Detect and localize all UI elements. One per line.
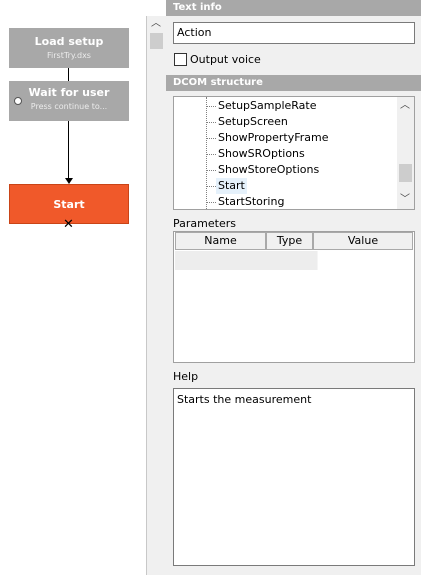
dcom-structure-header: DCOM structure: [166, 75, 421, 91]
properties-panel: Text info Action Output voice DCOM struc…: [166, 0, 421, 575]
tree-item[interactable]: SetupScreen: [218, 114, 288, 130]
column-header-type[interactable]: Type: [266, 232, 313, 250]
value-cell[interactable]: [317, 251, 413, 270]
tree-connector: [207, 186, 216, 187]
close-icon[interactable]: ✕: [63, 218, 74, 231]
tree-item[interactable]: ShowStoreOptions: [218, 162, 319, 178]
chevron-up-icon[interactable]: ︿: [400, 101, 410, 111]
tree-item[interactable]: SetupSampleRate: [218, 98, 316, 114]
flow-node-wait-for-user[interactable]: Wait for user Press continue to...: [9, 81, 129, 121]
scrollbar-thumb[interactable]: [150, 33, 163, 49]
node-subtitle: FirstTry.dxs: [47, 51, 91, 60]
connector-line: [68, 121, 69, 178]
input-port-icon[interactable]: [14, 97, 22, 105]
output-voice-checkbox[interactable]: [174, 53, 187, 66]
output-voice-label: Output voice: [190, 53, 261, 66]
tree-item[interactable]: StartStoring: [218, 194, 284, 209]
tree-item[interactable]: ShowPropertyFrame: [218, 130, 329, 146]
chevron-up-icon[interactable]: ︿: [151, 18, 161, 30]
node-subtitle: Press continue to...: [30, 102, 108, 111]
node-title: Wait for user: [28, 86, 110, 99]
tree-item-selected[interactable]: Start: [216, 178, 247, 194]
parameters-grid[interactable]: Name Type Value: [173, 231, 415, 363]
column-header-value[interactable]: Value: [313, 232, 413, 250]
dcom-tree[interactable]: SetupSampleRate SetupScreen ShowProperty…: [173, 96, 415, 210]
flow-canvas: Load setup FirstTry.dxs Wait for user Pr…: [0, 0, 146, 575]
table-row[interactable]: [175, 251, 413, 270]
tree-connector: [207, 106, 216, 107]
scrollbar-thumb[interactable]: [399, 164, 412, 182]
canvas-scrollbar[interactable]: ︿: [146, 16, 166, 575]
connector-line: [68, 68, 69, 81]
column-header-name[interactable]: Name: [175, 232, 266, 250]
parameters-label: Parameters: [173, 217, 236, 230]
text-info-header: Text info: [166, 0, 421, 16]
help-label: Help: [173, 370, 199, 383]
help-text-box: Starts the measurement: [173, 388, 415, 566]
tree-connector: [207, 138, 216, 139]
tree-item[interactable]: ShowSROptions: [218, 146, 305, 162]
tree-connector: [207, 170, 216, 171]
chevron-down-icon[interactable]: ﹀: [400, 195, 410, 205]
flow-node-load-setup[interactable]: Load setup FirstTry.dxs: [9, 28, 129, 68]
action-input[interactable]: Action: [173, 22, 415, 44]
tree-connector: [207, 154, 216, 155]
node-title: Start: [53, 198, 85, 211]
tree-connector: [207, 122, 216, 123]
tree-scrollbar[interactable]: ︿ ﹀: [397, 97, 414, 209]
tree-connector: [207, 202, 216, 203]
node-title: Load setup: [34, 35, 104, 48]
